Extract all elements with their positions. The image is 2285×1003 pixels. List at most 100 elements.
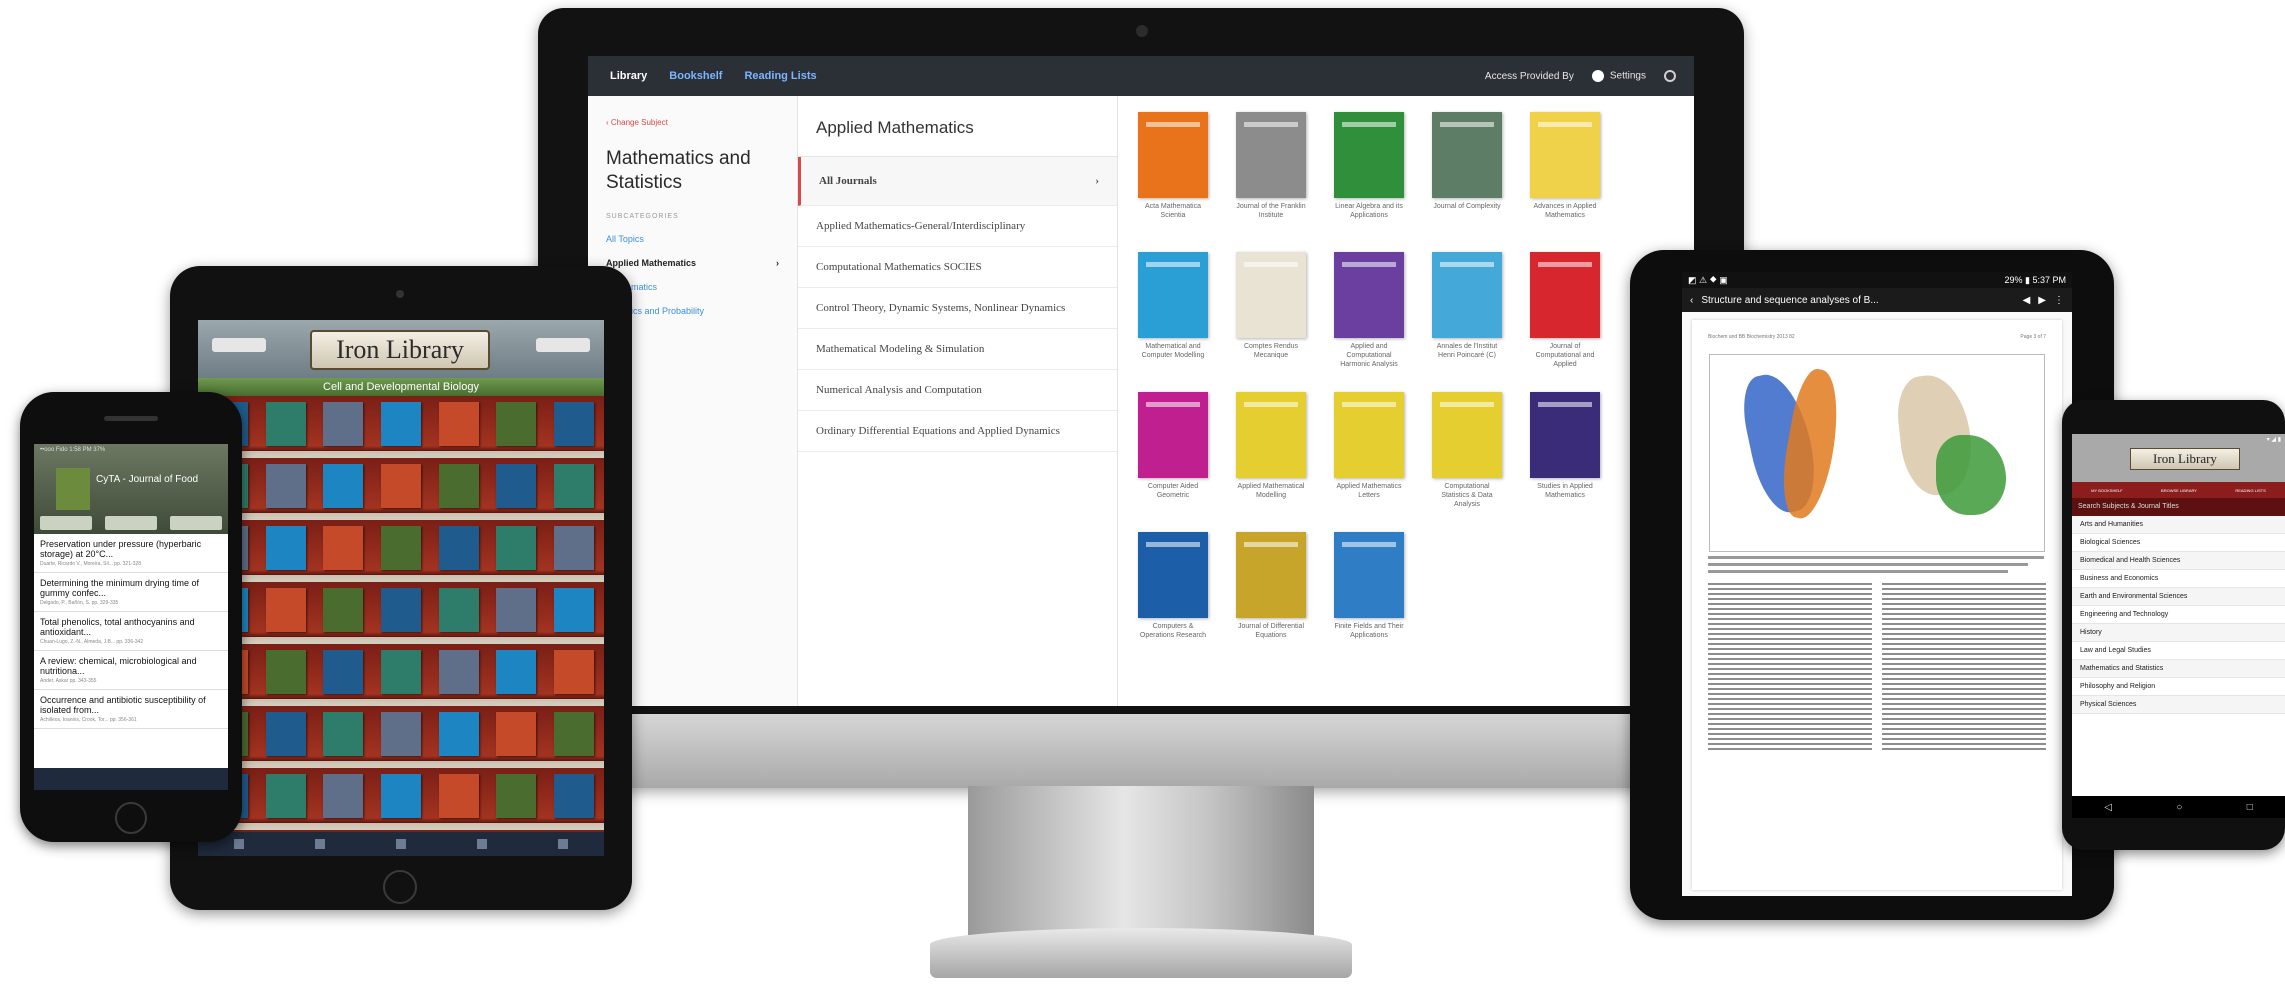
journal-category-item[interactable]: Computational Mathematics SOCIES [798, 247, 1117, 288]
recents-nav-icon[interactable]: □ [2247, 802, 2253, 813]
journal-book-cover[interactable] [380, 774, 421, 818]
list-item[interactable]: Total phenolics, total anthocyanins and … [34, 612, 228, 651]
list-item[interactable]: History [2072, 624, 2285, 642]
journal-book-cover[interactable] [323, 650, 364, 694]
list-item[interactable]: Preservation under pressure (hyperbaric … [34, 534, 228, 573]
journal-cover[interactable]: Applied and Computational Harmonic Analy… [1334, 252, 1404, 378]
journal-book-cover[interactable] [323, 464, 364, 508]
list-item[interactable]: Earth and Environmental Sciences [2072, 588, 2285, 606]
journal-book-cover[interactable] [265, 650, 306, 694]
home-button[interactable] [383, 870, 417, 904]
journal-cover[interactable]: Journal of Differential Equations [1236, 532, 1306, 658]
journal-cover[interactable]: Applied Mathematics Letters [1334, 392, 1404, 518]
journal-cover[interactable]: Acta Mathematica Scientia [1138, 112, 1208, 238]
journal-book-cover[interactable] [553, 774, 594, 818]
journal-cover[interactable]: Advances in Applied Mathematics [1530, 112, 1600, 238]
journal-book-cover[interactable] [438, 712, 479, 756]
search-input[interactable]: Search Subjects & Journal Titles [2072, 498, 2285, 516]
list-item[interactable]: Philosophy and Religion [2072, 678, 2285, 696]
journal-book-cover[interactable] [380, 402, 421, 446]
journal-book-cover[interactable] [553, 526, 594, 570]
settings-button[interactable]: Settings [1591, 70, 1646, 82]
journal-book-cover[interactable] [553, 650, 594, 694]
journal-cover[interactable]: Journal of the Franklin Institute [1236, 112, 1306, 238]
journal-book-cover[interactable] [323, 526, 364, 570]
journal-cover[interactable]: Mathematical and Computer Modelling [1138, 252, 1208, 378]
journal-book-cover[interactable] [265, 464, 306, 508]
journal-category-item-active[interactable]: All Journals › [798, 157, 1117, 206]
list-item[interactable]: Business and Economics [2072, 570, 2285, 588]
journal-cover[interactable]: Computational Statistics & Data Analysis [1432, 392, 1502, 518]
journal-cover[interactable]: Linear Algebra and its Applications [1334, 112, 1404, 238]
nav-library[interactable]: Library [610, 70, 647, 82]
journal-book-cover[interactable] [380, 464, 421, 508]
tab-browse-library[interactable]: BROWSE LIBRARY [2161, 488, 2197, 493]
journal-book-cover[interactable] [553, 588, 594, 632]
journal-book-cover[interactable] [496, 464, 537, 508]
list-item[interactable]: Occurrence and antibiotic susceptibility… [34, 690, 228, 729]
search-icon[interactable] [1664, 70, 1676, 82]
journal-book-cover[interactable] [496, 774, 537, 818]
tab-icon[interactable] [314, 839, 325, 849]
home-nav-icon[interactable]: ○ [2176, 802, 2182, 813]
tab-reading-lists[interactable]: READING LISTS [2235, 488, 2265, 493]
list-item[interactable]: Arts and Humanities [2072, 516, 2285, 534]
journal-book-cover[interactable] [380, 650, 421, 694]
list-item[interactable]: Mathematics and Statistics [2072, 660, 2285, 678]
issue-button[interactable] [170, 516, 222, 530]
journal-book-cover[interactable] [553, 464, 594, 508]
back-nav-icon[interactable]: ◁ [2104, 802, 2112, 813]
tab-icon[interactable] [558, 839, 569, 849]
journal-cover[interactable]: Computers & Operations Research [1138, 532, 1208, 658]
nav-reading-lists[interactable]: Reading Lists [744, 70, 816, 82]
journal-cover[interactable]: Comptes Rendus Mecanique [1236, 252, 1306, 378]
subcategory-item-active[interactable]: Applied Mathematics › [606, 258, 779, 268]
previous-icon[interactable]: ◀ [2023, 295, 2031, 306]
journal-book-cover[interactable] [323, 588, 364, 632]
journal-book-cover[interactable] [438, 774, 479, 818]
journal-book-cover[interactable] [496, 650, 537, 694]
header-button[interactable] [212, 338, 266, 352]
tab-icon[interactable] [395, 839, 406, 849]
journal-book-cover[interactable] [553, 402, 594, 446]
journal-cover[interactable]: Annales de l'Institut Henri Poincaré (C) [1432, 252, 1502, 378]
journal-book-cover[interactable] [265, 402, 306, 446]
journal-cover[interactable]: Journal of Complexity [1432, 112, 1502, 238]
issue-button[interactable] [40, 516, 92, 530]
nav-bookshelf[interactable]: Bookshelf [669, 70, 722, 82]
journal-book-cover[interactable] [438, 588, 479, 632]
journal-book-cover[interactable] [496, 588, 537, 632]
list-item[interactable]: Law and Legal Studies [2072, 642, 2285, 660]
subcategory-item[interactable]: All Topics [606, 234, 779, 244]
journal-book-cover[interactable] [380, 712, 421, 756]
journal-category-item[interactable]: Ordinary Differential Equations and Appl… [798, 411, 1117, 452]
journal-cover[interactable]: Computer Aided Geometric [1138, 392, 1208, 518]
journal-book-cover[interactable] [553, 712, 594, 756]
journal-book-cover[interactable] [265, 526, 306, 570]
subcategory-item[interactable]: Mathematics [606, 282, 779, 292]
back-icon[interactable]: ‹ [1690, 295, 1693, 306]
journal-book-cover[interactable] [323, 712, 364, 756]
list-item[interactable]: Determining the minimum drying time of g… [34, 573, 228, 612]
journal-book-cover[interactable] [380, 588, 421, 632]
change-subject-link[interactable]: ‹ Change Subject [606, 118, 779, 127]
journal-book-cover[interactable] [438, 402, 479, 446]
tab-icon[interactable] [233, 839, 244, 849]
journal-book-cover[interactable] [265, 774, 306, 818]
journal-book-cover[interactable] [438, 526, 479, 570]
journal-book-cover[interactable] [265, 588, 306, 632]
list-item[interactable]: Biological Sciences [2072, 534, 2285, 552]
tab-my-bookshelf[interactable]: MY BOOKSHELF [2091, 488, 2123, 493]
journal-category-item[interactable]: Mathematical Modeling & Simulation [798, 329, 1117, 370]
journal-book-cover[interactable] [496, 526, 537, 570]
journal-book-cover[interactable] [496, 712, 537, 756]
journal-cover[interactable]: Applied Mathematical Modelling [1236, 392, 1306, 518]
header-button[interactable] [536, 338, 590, 352]
journal-category-item[interactable]: Numerical Analysis and Computation [798, 370, 1117, 411]
journal-book-cover[interactable] [323, 774, 364, 818]
journal-book-cover[interactable] [496, 402, 537, 446]
journal-cover[interactable]: Journal of Computational and Applied [1530, 252, 1600, 378]
journal-cover[interactable]: Studies in Applied Mathematics [1530, 392, 1600, 518]
journal-book-cover[interactable] [265, 712, 306, 756]
tab-icon[interactable] [477, 839, 488, 849]
